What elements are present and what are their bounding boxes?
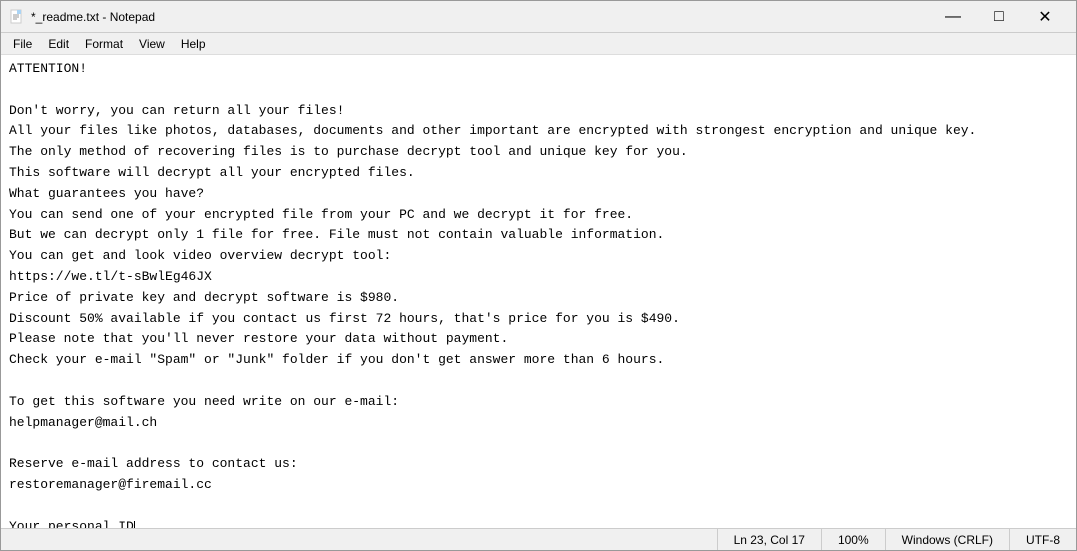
- menu-bar: File Edit Format View Help: [1, 33, 1076, 55]
- zoom-level: 100%: [821, 529, 885, 550]
- window-title: *_readme.txt - Notepad: [31, 10, 930, 24]
- status-bar: Ln 23, Col 17 100% Windows (CRLF) UTF-8: [1, 528, 1076, 550]
- maximize-button[interactable]: □: [976, 1, 1022, 33]
- menu-file[interactable]: File: [5, 35, 40, 53]
- window-controls: — □ ✕: [930, 1, 1068, 33]
- line-ending: Windows (CRLF): [885, 529, 1009, 550]
- menu-view[interactable]: View: [131, 35, 173, 53]
- cursor-position: Ln 23, Col 17: [717, 529, 821, 550]
- text-editor[interactable]: ATTENTION! Don't worry, you can return a…: [1, 55, 1076, 528]
- text-cursor: [134, 521, 135, 528]
- menu-edit[interactable]: Edit: [40, 35, 77, 53]
- menu-format[interactable]: Format: [77, 35, 131, 53]
- menu-help[interactable]: Help: [173, 35, 214, 53]
- content-area: ATTENTION! Don't worry, you can return a…: [1, 55, 1076, 528]
- title-bar: *_readme.txt - Notepad — □ ✕: [1, 1, 1076, 33]
- encoding: UTF-8: [1009, 529, 1076, 550]
- app-icon: [9, 9, 25, 25]
- minimize-button[interactable]: —: [930, 1, 976, 33]
- close-button[interactable]: ✕: [1022, 1, 1068, 33]
- notepad-window: *_readme.txt - Notepad — □ ✕ File Edit F…: [0, 0, 1077, 551]
